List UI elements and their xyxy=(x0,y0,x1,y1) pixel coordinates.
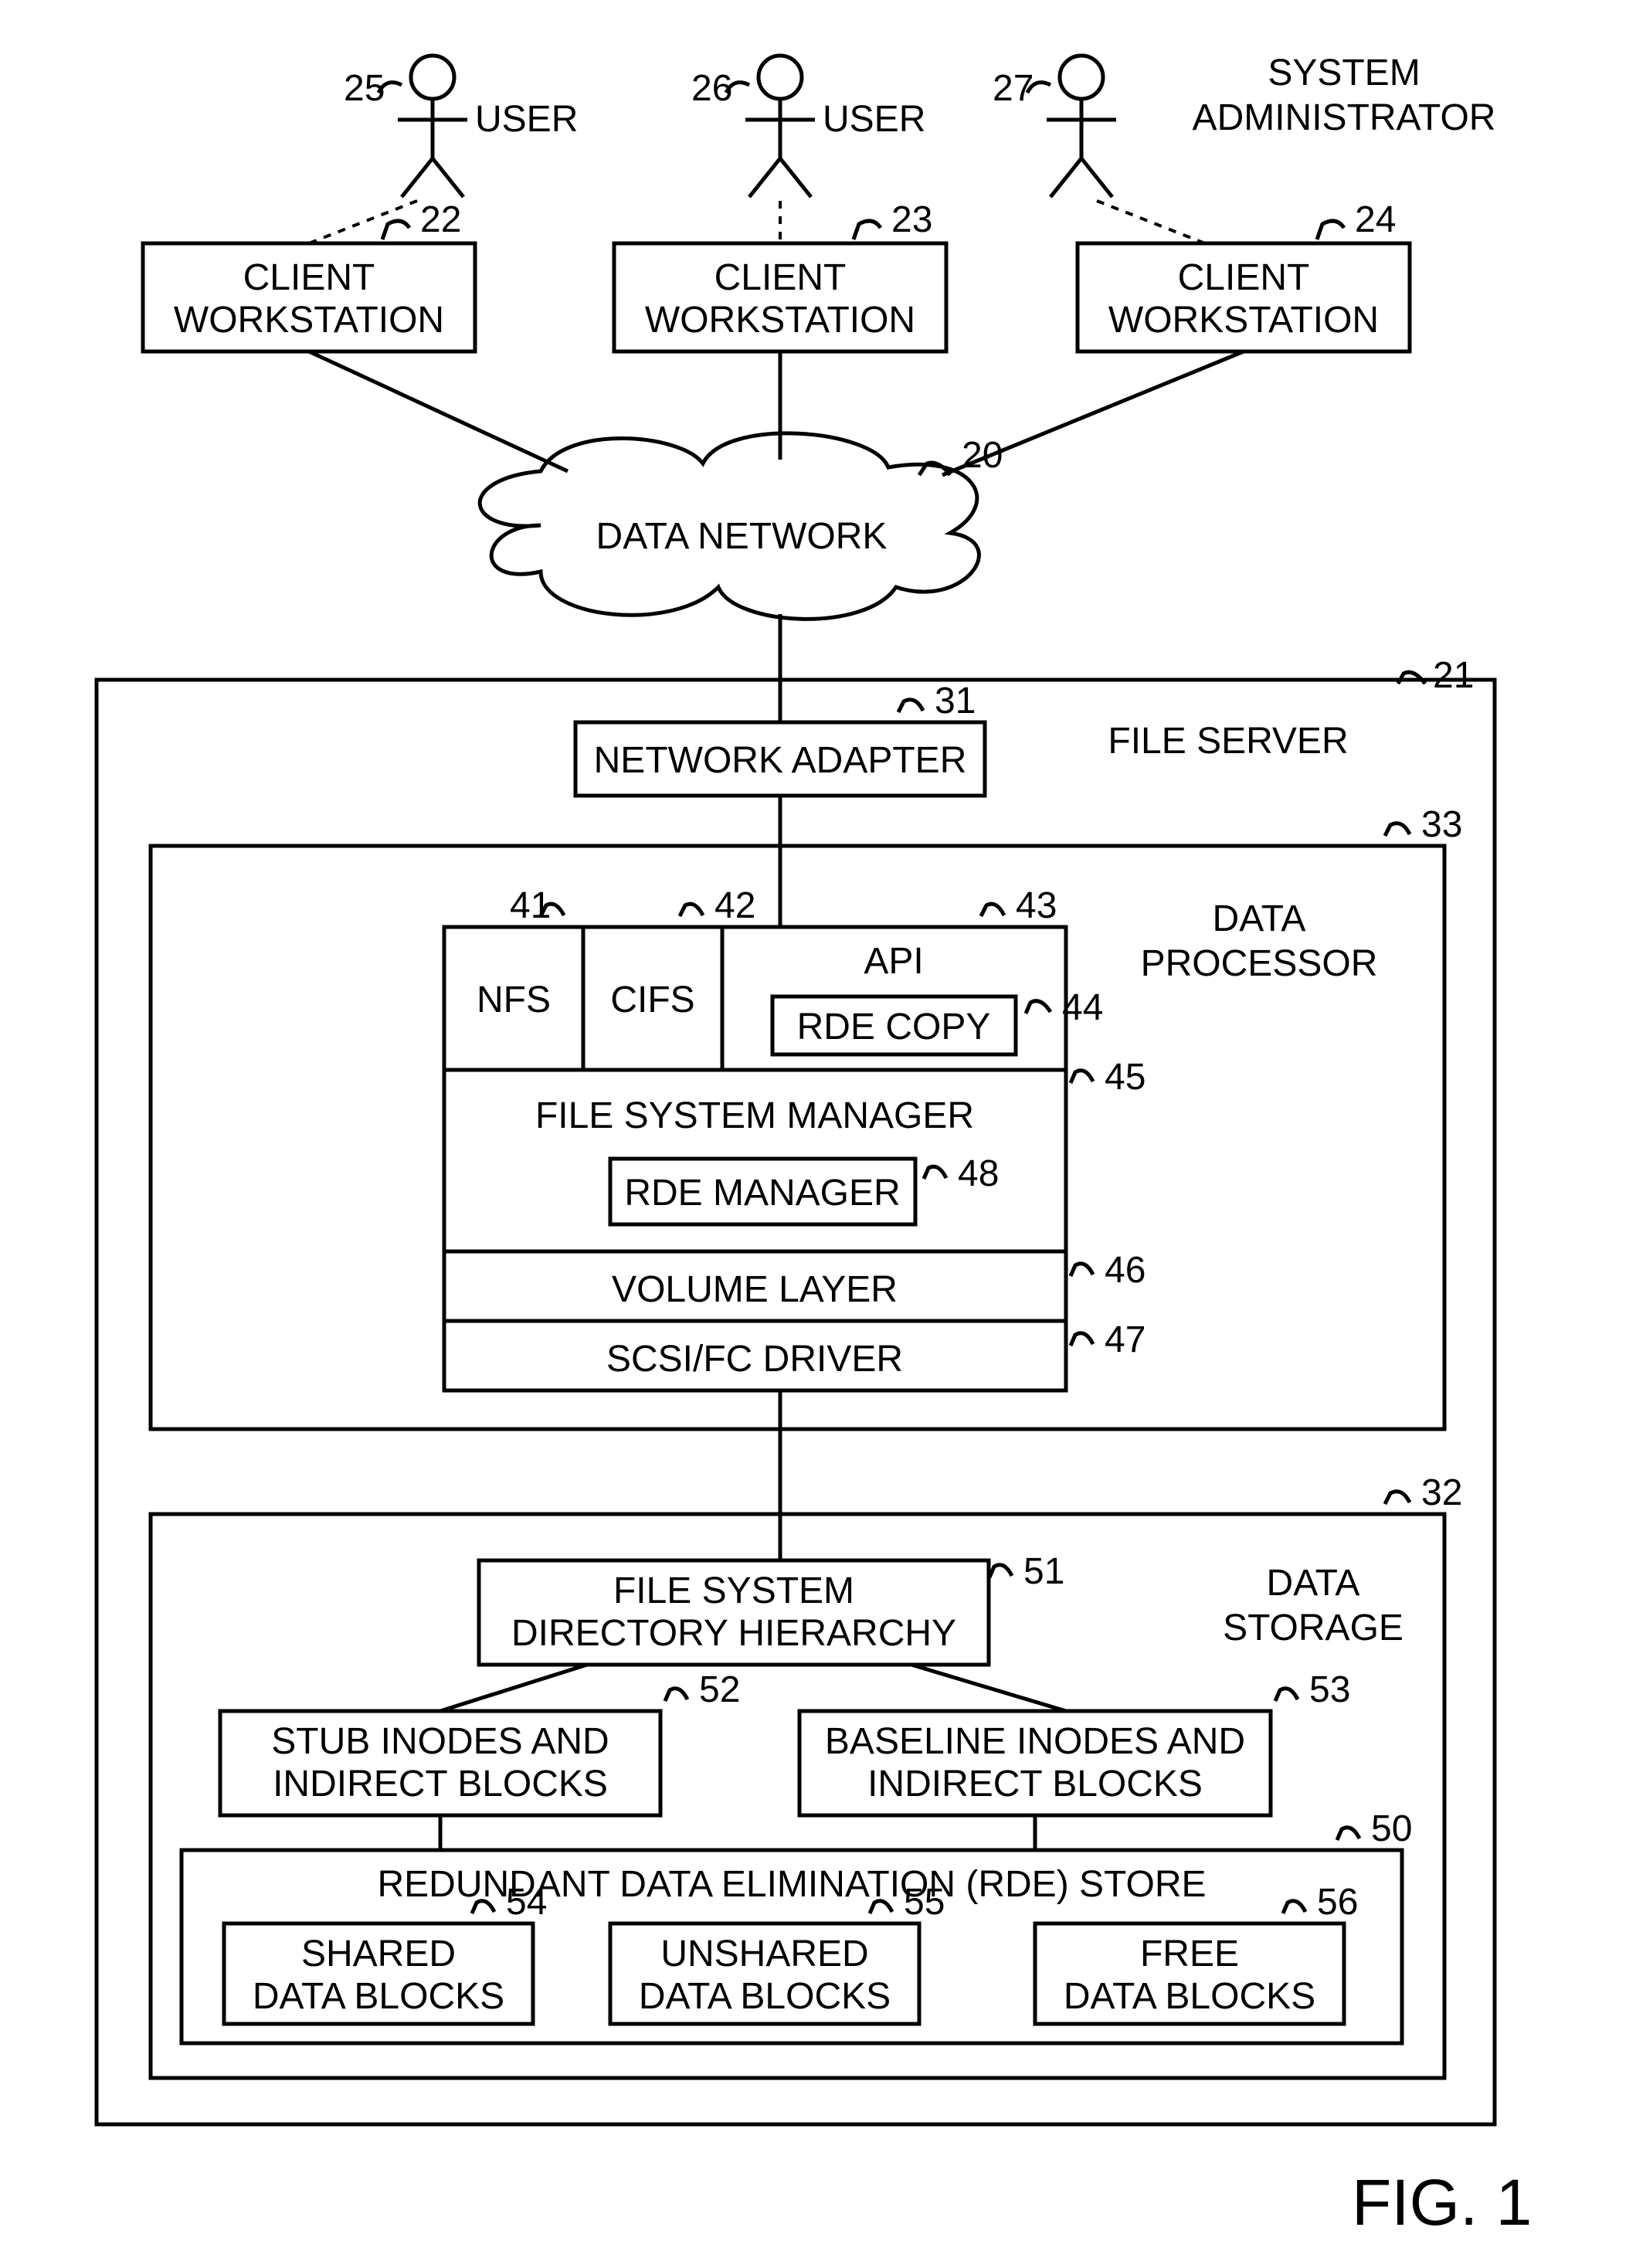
workstation-22: CLIENT WORKSTATION 22 xyxy=(143,199,475,351)
svg-text:SCSI/FC DRIVER: SCSI/FC DRIVER xyxy=(606,1339,903,1380)
svg-text:BASELINE INODES AND: BASELINE INODES AND xyxy=(825,1721,1245,1762)
svg-text:INDIRECT BLOCKS: INDIRECT BLOCKS xyxy=(867,1764,1203,1805)
ref-46: 46 xyxy=(1105,1250,1146,1291)
ref-25: 25 xyxy=(344,68,385,109)
svg-text:STUB INODES AND: STUB INODES AND xyxy=(271,1721,609,1762)
ref-56: 56 xyxy=(1317,1882,1358,1923)
svg-text:RDE COPY: RDE COPY xyxy=(797,1007,991,1047)
scsi-fc-driver: SCSI/FC DRIVER 47 xyxy=(444,1319,1146,1390)
svg-text:DATA BLOCKS: DATA BLOCKS xyxy=(639,1976,891,2017)
svg-text:NFS: NFS xyxy=(477,980,551,1020)
ref-20: 20 xyxy=(962,435,1003,476)
svg-text:CLIENT: CLIENT xyxy=(1178,257,1310,298)
ref-41: 41 xyxy=(510,885,551,926)
svg-text:CIFS: CIFS xyxy=(610,980,694,1020)
svg-text:WORKSTATION: WORKSTATION xyxy=(1108,300,1379,341)
actor-26: 26 USER xyxy=(691,56,925,243)
ref-45: 45 xyxy=(1105,1057,1146,1098)
ref-48: 48 xyxy=(958,1153,999,1194)
ref-54: 54 xyxy=(506,1882,547,1923)
ref-27: 27 xyxy=(993,68,1034,109)
workstation-24: CLIENT WORKSTATION 24 xyxy=(1078,199,1410,351)
svg-text:CLIENT: CLIENT xyxy=(714,257,847,298)
svg-text:DATA: DATA xyxy=(1267,1563,1360,1604)
svg-text:DATA: DATA xyxy=(1213,898,1306,939)
ref-42: 42 xyxy=(714,885,755,926)
svg-text:NETWORK ADAPTER: NETWORK ADAPTER xyxy=(594,740,967,781)
ref-33: 33 xyxy=(1421,804,1462,845)
ref-26: 26 xyxy=(691,68,732,109)
svg-text:FREE: FREE xyxy=(1140,1934,1239,1974)
ref-21: 21 xyxy=(1433,655,1474,696)
ref-55: 55 xyxy=(904,1882,945,1923)
ref-50: 50 xyxy=(1371,1808,1412,1849)
svg-text:STORAGE: STORAGE xyxy=(1223,1608,1403,1648)
actor-27: 27 SYSTEM ADMINISTRATOR xyxy=(993,53,1495,243)
figure-label: FIG. 1 xyxy=(1352,2166,1532,2239)
file-system-manager: FILE SYSTEM MANAGER 45 RDE MANAGER 48 xyxy=(444,1057,1146,1251)
label-user-1: USER xyxy=(475,99,578,140)
fs-directory-hierarchy: FILE SYSTEM DIRECTORY HIERARCHY 51 xyxy=(479,1551,1064,1665)
svg-text:DATA BLOCKS: DATA BLOCKS xyxy=(1064,1976,1315,2017)
svg-text:SHARED: SHARED xyxy=(301,1934,456,1974)
label-cloud: DATA NETWORK xyxy=(596,516,888,557)
svg-text:FILE SYSTEM MANAGER: FILE SYSTEM MANAGER xyxy=(535,1095,974,1136)
svg-text:DIRECTORY HIERARCHY: DIRECTORY HIERARCHY xyxy=(511,1613,956,1654)
ref-31: 31 xyxy=(935,681,976,721)
cloud-data-network: DATA NETWORK 20 xyxy=(480,433,1003,619)
label-file-server: FILE SERVER xyxy=(1108,721,1348,762)
ref-32: 32 xyxy=(1421,1472,1462,1513)
svg-text:WORKSTATION: WORKSTATION xyxy=(174,300,444,341)
label-sysadmin-1: SYSTEM xyxy=(1268,53,1420,93)
svg-text:CLIENT: CLIENT xyxy=(243,257,375,298)
ref-52: 52 xyxy=(699,1669,740,1710)
ref-24: 24 xyxy=(1355,199,1396,240)
svg-text:WORKSTATION: WORKSTATION xyxy=(645,300,915,341)
svg-text:RDE MANAGER: RDE MANAGER xyxy=(624,1173,900,1214)
svg-text:UNSHARED: UNSHARED xyxy=(660,1934,868,1974)
svg-text:PROCESSOR: PROCESSOR xyxy=(1141,943,1378,984)
ref-47: 47 xyxy=(1105,1319,1146,1360)
ref-23: 23 xyxy=(891,199,932,240)
svg-text:FILE SYSTEM: FILE SYSTEM xyxy=(613,1570,854,1611)
svg-text:REDUNDANT DATA ELIMINATION (RD: REDUNDANT DATA ELIMINATION (RDE) STORE xyxy=(378,1864,1207,1905)
ref-43: 43 xyxy=(1016,885,1057,926)
svg-text:VOLUME LAYER: VOLUME LAYER xyxy=(612,1269,898,1310)
label-user-2: USER xyxy=(823,99,925,140)
volume-layer: VOLUME LAYER 46 xyxy=(444,1250,1146,1321)
svg-text:API: API xyxy=(864,941,923,982)
label-sysadmin-2: ADMINISTRATOR xyxy=(1193,97,1496,138)
diagram-root: 25 USER 26 USER 27 SYSTEM ADMINISTRATOR … xyxy=(0,0,1636,2268)
svg-text:DATA BLOCKS: DATA BLOCKS xyxy=(253,1976,504,2017)
ref-51: 51 xyxy=(1023,1551,1064,1592)
ref-44: 44 xyxy=(1062,987,1103,1028)
svg-text:INDIRECT BLOCKS: INDIRECT BLOCKS xyxy=(273,1764,608,1805)
ref-22: 22 xyxy=(420,199,461,240)
ref-53: 53 xyxy=(1309,1669,1350,1710)
